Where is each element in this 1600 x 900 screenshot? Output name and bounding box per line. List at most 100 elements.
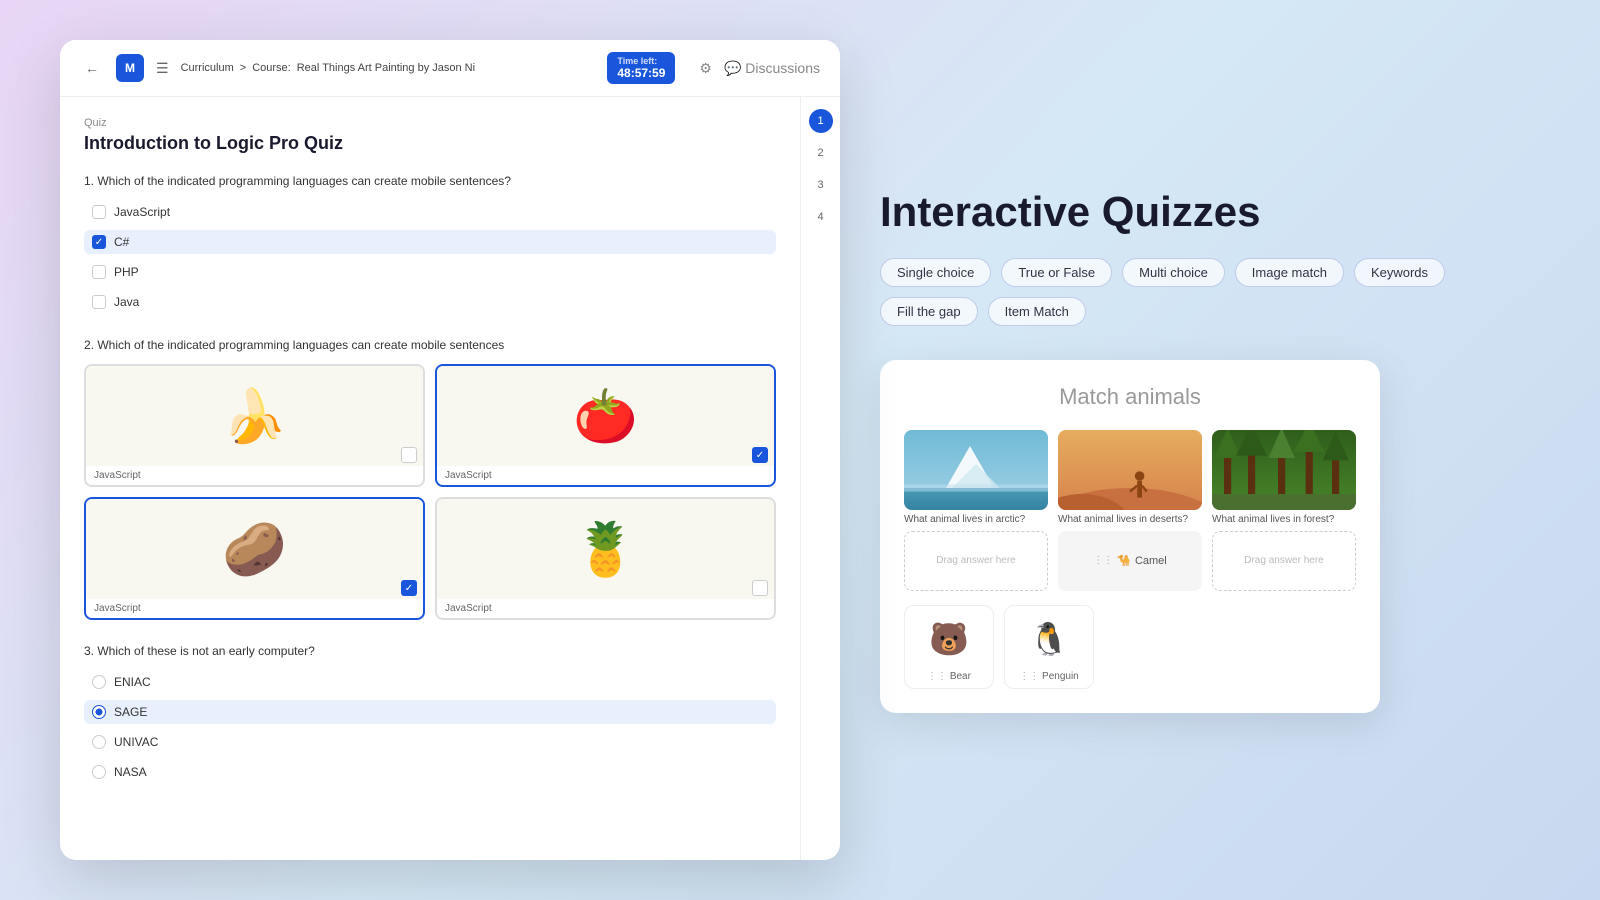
image-option-tomato[interactable]: 🍅 ✓ JavaScript <box>435 364 776 487</box>
penguin-emoji: 🐧 <box>1029 620 1069 658</box>
quiz-sidebar: 1 2 3 4 <box>800 97 840 860</box>
discussions-link[interactable]: 💬 Discussions <box>724 60 820 77</box>
radio-univac[interactable]: UNIVAC <box>84 730 776 754</box>
image-option-potato[interactable]: 🥔 ✓ JavaScript <box>84 497 425 620</box>
check-tomato[interactable]: ✓ <box>752 447 768 463</box>
quiz-main: Quiz Introduction to Logic Pro Quiz 1. W… <box>60 97 800 860</box>
checkbox-javascript[interactable] <box>92 205 106 219</box>
tag-true-false[interactable]: True or False <box>1001 258 1112 287</box>
arctic-scene <box>904 430 1048 510</box>
banana-label: JavaScript <box>86 466 423 485</box>
tag-item-match[interactable]: Item Match <box>988 297 1086 326</box>
arctic-question: What animal lives in arctic? <box>904 514 1048 525</box>
main-heading: Interactive Quizzes <box>880 187 1540 237</box>
image-grid: 🍌 JavaScript 🍅 ✓ JavaScript 🥔 ✓ JavaScri… <box>84 364 776 620</box>
breadcrumb-curriculum[interactable]: Curriculum <box>181 62 234 74</box>
forest-drop-zone[interactable]: Drag answer here <box>1212 531 1356 591</box>
radio-sage[interactable]: SAGE <box>84 700 776 724</box>
animals-grid: What animal lives in arctic? Drag answer… <box>904 430 1356 591</box>
match-panel: Match animals <box>880 360 1380 713</box>
penguin-image: 🐧 <box>1011 612 1087 667</box>
radio-eniac-input[interactable] <box>92 675 106 689</box>
quiz-header: ← M ☰ Curriculum > Course: Real Things A… <box>60 40 840 97</box>
forest-question: What animal lives in forest? <box>1212 514 1356 525</box>
penguin-drag-icon: ⋮⋮ <box>1019 671 1039 682</box>
tag-keywords[interactable]: Keywords <box>1354 258 1445 287</box>
heading-section: Interactive Quizzes Single choice True o… <box>880 187 1540 335</box>
potato-icon: 🥔 <box>222 519 287 580</box>
animal-col-forest: What animal lives in forest? Drag answer… <box>1212 430 1356 591</box>
checkbox-php[interactable] <box>92 265 106 279</box>
radio-eniac[interactable]: ENIAC <box>84 670 776 694</box>
forest-image <box>1212 430 1356 510</box>
option-csharp[interactable]: ✓ C# <box>84 230 776 254</box>
animal-col-desert: What animal lives in deserts? ⋮⋮ 🐪 Camel <box>1058 430 1202 591</box>
question-1-text: 1. Which of the indicated programming la… <box>84 174 776 188</box>
right-panel: Interactive Quizzes Single choice True o… <box>840 187 1540 712</box>
breadcrumb-course-label: Course: <box>252 62 291 74</box>
tag-fill-gap[interactable]: Fill the gap <box>880 297 978 326</box>
desert-image <box>1058 430 1202 510</box>
radio-univac-input[interactable] <box>92 735 106 749</box>
camel-answer[interactable]: ⋮⋮ 🐪 Camel <box>1085 550 1175 571</box>
bear-emoji: 🐻 <box>929 620 969 658</box>
radio-sage-input[interactable] <box>92 705 106 719</box>
timer-value: 48:57:59 <box>617 66 665 80</box>
question-3-text: 3. Which of these is not an early comput… <box>84 644 776 658</box>
check-banana[interactable] <box>401 447 417 463</box>
penguin-card[interactable]: 🐧 ⋮⋮ Penguin <box>1004 605 1094 689</box>
banana-icon: 🍌 <box>222 386 287 447</box>
bear-drag-icon: ⋮⋮ <box>927 671 947 682</box>
option-javascript[interactable]: JavaScript <box>84 200 776 224</box>
animal-col-arctic: What animal lives in arctic? Drag answer… <box>904 430 1048 591</box>
option-java[interactable]: Java <box>84 290 776 314</box>
bear-image: 🐻 <box>911 612 987 667</box>
check-pineapple[interactable] <box>752 580 768 596</box>
tag-multi-choice[interactable]: Multi choice <box>1122 258 1225 287</box>
check-potato[interactable]: ✓ <box>401 580 417 596</box>
pineapple-icon: 🍍 <box>573 519 638 580</box>
option-php[interactable]: PHP <box>84 260 776 284</box>
desert-question: What animal lives in deserts? <box>1058 514 1202 525</box>
sidebar-q2[interactable]: 2 <box>809 141 833 165</box>
timer-label: Time left: <box>617 56 665 66</box>
sidebar-q3[interactable]: 3 <box>809 173 833 197</box>
image-option-banana[interactable]: 🍌 JavaScript <box>84 364 425 487</box>
header-icons: ⚙ 💬 Discussions <box>699 60 820 77</box>
question-2: 2. Which of the indicated programming la… <box>84 338 776 620</box>
back-button[interactable]: ← <box>80 56 104 80</box>
breadcrumb-course: Real Things Art Painting by Jason Ni <box>297 62 475 74</box>
menu-icon[interactable]: ☰ <box>156 60 169 77</box>
tags-section: Single choice True or False Multi choice… <box>880 258 1540 326</box>
match-title: Match animals <box>904 384 1356 410</box>
sidebar-q4[interactable]: 4 <box>809 205 833 229</box>
bear-label: ⋮⋮ Bear <box>911 671 987 682</box>
question-2-text: 2. Which of the indicated programming la… <box>84 338 776 352</box>
desert-drop-zone[interactable]: ⋮⋮ 🐪 Camel <box>1058 531 1202 591</box>
tag-image-match[interactable]: Image match <box>1235 258 1344 287</box>
quiz-title: Introduction to Logic Pro Quiz <box>84 133 776 154</box>
quiz-content: Quiz Introduction to Logic Pro Quiz 1. W… <box>60 97 840 860</box>
camel-label: Camel <box>1135 555 1167 567</box>
image-option-pineapple[interactable]: 🍍 JavaScript <box>435 497 776 620</box>
camel-emoji: 🐪 <box>1117 554 1131 567</box>
settings-icon[interactable]: ⚙ <box>699 60 712 77</box>
tag-single-choice[interactable]: Single choice <box>880 258 991 287</box>
arctic-image <box>904 430 1048 510</box>
penguin-label: ⋮⋮ Penguin <box>1011 671 1087 682</box>
tomato-icon: 🍅 <box>573 386 638 447</box>
checkbox-java[interactable] <box>92 295 106 309</box>
radio-nasa-input[interactable] <box>92 765 106 779</box>
arctic-drop-zone[interactable]: Drag answer here <box>904 531 1048 591</box>
sidebar-q1[interactable]: 1 <box>809 109 833 133</box>
checkbox-csharp[interactable]: ✓ <box>92 235 106 249</box>
tomato-label: JavaScript <box>437 466 774 485</box>
question-1: 1. Which of the indicated programming la… <box>84 174 776 314</box>
bear-card[interactable]: 🐻 ⋮⋮ Bear <box>904 605 994 689</box>
potato-label: JavaScript <box>86 599 423 618</box>
quiz-label: Quiz <box>84 117 776 129</box>
breadcrumb: Curriculum > Course: Real Things Art Pai… <box>181 62 476 74</box>
drag-handle: ⋮⋮ <box>1093 555 1113 566</box>
radio-nasa[interactable]: NASA <box>84 760 776 784</box>
question-3: 3. Which of these is not an early comput… <box>84 644 776 784</box>
